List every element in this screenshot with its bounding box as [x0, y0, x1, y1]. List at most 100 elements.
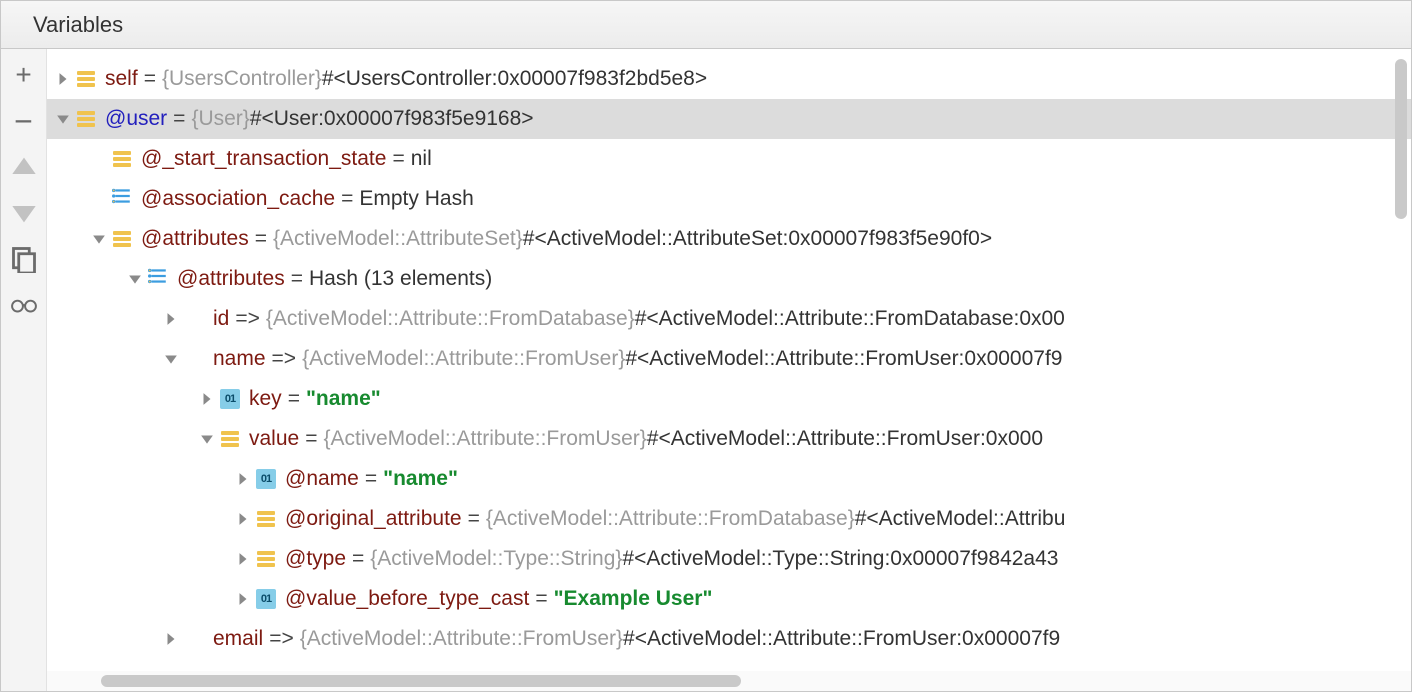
- equals-sign: =: [288, 387, 300, 411]
- variable-name: @_start_transaction_state: [141, 147, 386, 171]
- tree-row[interactable]: @original_attribute = {ActiveModel::Attr…: [47, 499, 1411, 539]
- hash-arrow: =>: [235, 307, 260, 331]
- string-value: "name": [306, 387, 381, 411]
- tree-row[interactable]: @attributes = Hash (13 elements): [47, 259, 1411, 299]
- tree-row[interactable]: email => {ActiveModel::Attribute::FromUs…: [47, 619, 1411, 659]
- show-watches-button[interactable]: [10, 291, 38, 319]
- tree-row[interactable]: @type = {ActiveModel::Type::String} #<Ac…: [47, 539, 1411, 579]
- variable-type: {ActiveModel::Attribute::FromDatabase}: [266, 307, 635, 331]
- object-icon: [257, 551, 275, 567]
- variable-type: {ActiveModel::Attribute::FromDatabase}: [486, 507, 855, 531]
- variable-name: @value_before_type_cast: [285, 587, 529, 611]
- equals-sign: =: [291, 267, 303, 291]
- disclosure-toggle[interactable]: [161, 352, 181, 366]
- variable-repr: #<ActiveModel::Attribute::FromDatabase:0…: [635, 307, 1065, 331]
- object-icon: [77, 71, 95, 87]
- equals-sign: =: [392, 147, 404, 171]
- panel-title: Variables: [33, 12, 123, 38]
- disclosure-toggle[interactable]: [125, 272, 145, 286]
- primitive-icon: 01: [256, 589, 276, 609]
- variable-repr: #<ActiveModel::Attribu: [855, 507, 1066, 531]
- disclosure-toggle[interactable]: [233, 512, 253, 526]
- tree-row[interactable]: 01@name = "name": [47, 459, 1411, 499]
- variable-repr: Empty Hash: [359, 187, 473, 211]
- triangle-up-icon: [10, 153, 38, 181]
- tree-row[interactable]: value = {ActiveModel::Attribute::FromUse…: [47, 419, 1411, 459]
- copy-icon: [10, 245, 38, 273]
- disclosure-toggle[interactable]: [233, 472, 253, 486]
- object-icon: [113, 231, 131, 247]
- hash-arrow: =>: [269, 627, 294, 651]
- variable-repr: #<ActiveModel::Attribute::FromUser:0x000…: [625, 347, 1062, 371]
- disclosure-toggle[interactable]: [233, 552, 253, 566]
- variable-repr: #<ActiveModel::Type::String:0x00007f9842…: [622, 547, 1058, 571]
- add-watch-button[interactable]: +: [10, 61, 38, 89]
- hash-icon: [112, 186, 132, 212]
- variable-type: {ActiveModel::Attribute::FromUser}: [302, 347, 625, 371]
- variable-name: email: [213, 627, 263, 651]
- string-value: "name": [383, 467, 458, 491]
- variable-type: {ActiveModel::AttributeSet}: [273, 227, 523, 251]
- variable-type: {UsersController}: [162, 67, 322, 91]
- equals-sign: =: [305, 427, 317, 451]
- variable-repr: Hash (13 elements): [309, 267, 492, 291]
- tree-row[interactable]: @user = {User} #<User:0x00007f983f5e9168…: [47, 99, 1411, 139]
- tree-row[interactable]: 01key = "name": [47, 379, 1411, 419]
- variables-panel: Variables + −: [0, 0, 1412, 692]
- variable-repr: #<ActiveModel::Attribute::FromUser:0x000: [647, 427, 1043, 451]
- primitive-icon: 01: [220, 389, 240, 409]
- object-icon: [221, 431, 239, 447]
- variable-repr: #<ActiveModel::AttributeSet:0x00007f983f…: [523, 227, 992, 251]
- tree-row[interactable]: self = {UsersController} #<UsersControll…: [47, 59, 1411, 99]
- disclosure-toggle[interactable]: [233, 592, 253, 606]
- variable-name: name: [213, 347, 266, 371]
- move-down-button[interactable]: [10, 199, 38, 227]
- vertical-scrollbar[interactable]: [1395, 59, 1407, 219]
- equals-sign: =: [468, 507, 480, 531]
- variable-name: @original_attribute: [285, 507, 462, 531]
- variable-repr: #<UsersController:0x00007f983f2bd5e8>: [322, 67, 707, 91]
- hash-arrow: =>: [272, 347, 297, 371]
- equals-sign: =: [173, 107, 185, 131]
- tree-row[interactable]: @_start_transaction_state = nil: [47, 139, 1411, 179]
- object-icon: [113, 151, 131, 167]
- variables-tree[interactable]: self = {UsersController} #<UsersControll…: [47, 59, 1411, 659]
- tree-row[interactable]: @association_cache = Empty Hash: [47, 179, 1411, 219]
- variable-name: self: [105, 67, 138, 91]
- variable-type: {ActiveModel::Type::String}: [370, 547, 622, 571]
- tree-container: self = {UsersController} #<UsersControll…: [47, 49, 1411, 691]
- object-icon: [257, 511, 275, 527]
- horizontal-scrollbar[interactable]: [101, 675, 741, 687]
- variable-name: id: [213, 307, 229, 331]
- glasses-icon: [11, 296, 37, 314]
- variable-type: {ActiveModel::Attribute::FromUser}: [323, 427, 646, 451]
- tree-row[interactable]: @attributes = {ActiveModel::AttributeSet…: [47, 219, 1411, 259]
- equals-sign: =: [535, 587, 547, 611]
- disclosure-toggle[interactable]: [161, 632, 181, 646]
- variable-type: {User}: [191, 107, 249, 131]
- disclosure-toggle[interactable]: [53, 72, 73, 86]
- variable-repr: #<User:0x00007f983f5e9168>: [250, 107, 534, 131]
- disclosure-toggle[interactable]: [89, 232, 109, 246]
- string-value: "Example User": [554, 587, 713, 611]
- variable-name: @attributes: [177, 267, 285, 291]
- disclosure-toggle[interactable]: [161, 312, 181, 326]
- variable-name: value: [249, 427, 299, 451]
- disclosure-toggle[interactable]: [197, 432, 217, 446]
- equals-sign: =: [352, 547, 364, 571]
- variable-name: @user: [105, 107, 167, 131]
- duplicate-button[interactable]: [10, 245, 38, 273]
- equals-sign: =: [255, 227, 267, 251]
- tree-row[interactable]: name => {ActiveModel::Attribute::FromUse…: [47, 339, 1411, 379]
- panel-body: + − self = {: [1, 49, 1411, 691]
- disclosure-toggle[interactable]: [53, 112, 73, 126]
- disclosure-toggle[interactable]: [197, 392, 217, 406]
- variable-type: {ActiveModel::Attribute::FromUser}: [300, 627, 623, 651]
- tree-row[interactable]: 01 @value_before_type_cast = "Example Use…: [47, 579, 1411, 619]
- variable-name: @type: [285, 547, 346, 571]
- variable-name: @association_cache: [141, 187, 335, 211]
- equals-sign: =: [144, 67, 156, 91]
- tree-row[interactable]: id => {ActiveModel::Attribute::FromDatab…: [47, 299, 1411, 339]
- remove-watch-button[interactable]: −: [10, 107, 38, 135]
- move-up-button[interactable]: [10, 153, 38, 181]
